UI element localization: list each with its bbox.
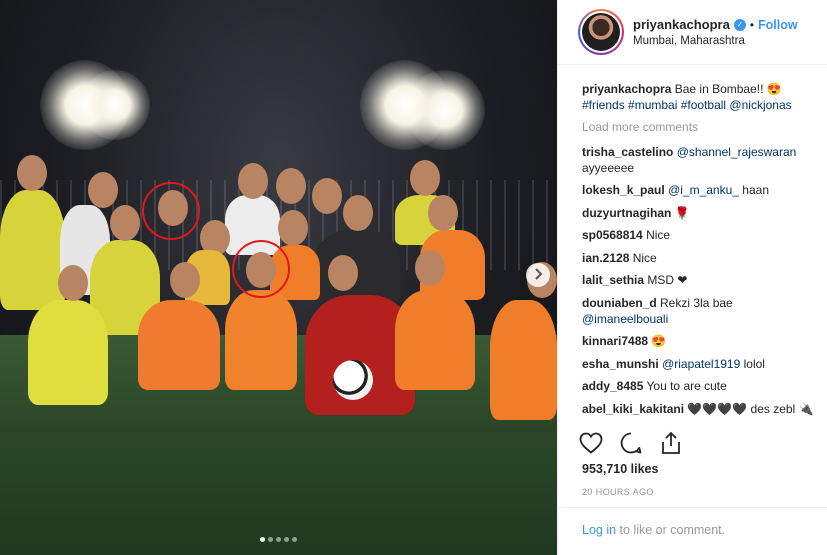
post-actions [578, 430, 684, 456]
comment-username[interactable]: lokesh_k_paul [582, 183, 665, 197]
comments-section: priyankachopra Bae in Bombae!! 😍 #friend… [558, 65, 827, 425]
comment-text: You to are cute [646, 379, 727, 393]
player-head [415, 250, 445, 286]
comment-mention[interactable]: @i_m_anku_ [668, 183, 739, 197]
comment-username[interactable]: abel_kiki_kakitani [582, 402, 684, 416]
comment-text: Nice [646, 228, 671, 242]
comment: douniaben_d Rekzi 3la bae @imaneelbouali [582, 295, 827, 327]
post-side-panel: priyankachopra ✓ • Follow Mumbai, Mahara… [557, 0, 827, 555]
comment: trisha_castelino @shannel_rajeswaran ayy… [582, 144, 827, 176]
heart-icon[interactable] [578, 430, 604, 456]
caption-text: Bae in Bombae!! 😍 [674, 82, 782, 96]
comment-username[interactable]: ian.2128 [582, 251, 629, 265]
load-more-comments-button[interactable]: Load more comments [582, 120, 827, 134]
comment-mention[interactable]: @shannel_rajeswaran [677, 145, 797, 159]
share-icon[interactable] [658, 430, 684, 456]
avatar[interactable] [578, 9, 624, 55]
player-head [17, 155, 47, 191]
comment-text: lolol [743, 356, 765, 371]
chevron-right-icon [533, 267, 543, 283]
comment: lokesh_k_paul @i_m_anku_ haan [582, 182, 827, 198]
player-head [110, 205, 140, 241]
comment-text: ayyeeeee [582, 160, 635, 175]
dot-separator: • [749, 17, 755, 32]
player-head [58, 265, 88, 301]
carousel-next-button[interactable] [526, 263, 550, 287]
player-head [428, 195, 458, 231]
player-head [170, 262, 200, 298]
player-head [312, 178, 342, 214]
player-head [278, 210, 308, 246]
comment-username[interactable]: kinnari7488 [582, 334, 648, 348]
player-head [410, 160, 440, 196]
comment-text: MSD ❤ [647, 273, 688, 287]
verified-badge-icon: ✓ [733, 18, 746, 31]
floodlight [405, 70, 485, 150]
player-orange-shirt-front [138, 300, 220, 390]
comment: duzyurtnagihan 🌹 [582, 205, 827, 221]
login-prompt: Log in to like or comment. [558, 507, 827, 537]
player-yellow-bib-front [28, 300, 108, 405]
comment-text: Rekzi 3la bae [660, 295, 733, 310]
comment: abel_kiki_kakitani 🖤🖤🖤🖤 des zebl 🔌 [582, 401, 827, 417]
comment-text: haan [742, 183, 769, 197]
player-orange-bib-front [395, 290, 475, 390]
carousel-indicator [0, 531, 557, 545]
comment-username[interactable]: esha_munshi [582, 357, 659, 371]
post-username[interactable]: priyankachopra [633, 17, 730, 32]
comment-username[interactable]: sp0568814 [582, 228, 643, 242]
comment: lalit_sethia MSD ❤ [582, 272, 827, 288]
post-caption: priyankachopra Bae in Bombae!! 😍 #friend… [582, 81, 827, 113]
player-head [276, 168, 306, 204]
login-link[interactable]: Log in [582, 523, 616, 537]
player-head [88, 172, 118, 208]
comment-mention[interactable]: @riapatel1919 [662, 357, 740, 371]
login-prompt-text: to like or comment. [616, 523, 726, 537]
comment-username[interactable]: addy_8485 [582, 379, 643, 393]
player-head [238, 163, 268, 199]
follow-button[interactable]: Follow [758, 18, 798, 32]
highlight-circle [232, 240, 290, 298]
carousel-dot [292, 537, 297, 542]
comment-text: Nice [632, 250, 657, 265]
comment: esha_munshi @riapatel1919 lolol [582, 356, 827, 372]
post-header: priyankachopra ✓ • Follow Mumbai, Mahara… [558, 0, 827, 65]
post-location[interactable]: Mumbai, Maharashtra [633, 35, 798, 47]
caption-hashtags[interactable]: #friends #mumbai #football @nickjonas [582, 98, 792, 112]
comment: ian.2128 Nice [582, 250, 827, 266]
comment: kinnari7488 😍 [582, 333, 827, 349]
carousel-dot [260, 537, 265, 542]
player-yellow-bib [0, 190, 65, 310]
comment-username[interactable]: duzyurtnagihan [582, 206, 671, 220]
carousel-dot [284, 537, 289, 542]
post-photo[interactable] [0, 0, 557, 555]
comment-username[interactable]: trisha_castelino [582, 145, 673, 159]
comment-mention[interactable]: @imaneelbouali [582, 312, 668, 326]
player-head [328, 255, 358, 291]
caption-username[interactable]: priyankachopra [582, 82, 671, 96]
post-timestamp: 20 HOURS AGO [582, 487, 654, 497]
comment: sp0568814 Nice [582, 227, 827, 243]
carousel-dot [268, 537, 273, 542]
comment-text: 🖤🖤🖤🖤 des zebl 🔌 [687, 401, 814, 416]
comment-bubble-icon[interactable] [618, 430, 644, 456]
comment-text: 🌹 [674, 205, 690, 220]
comment-username[interactable]: douniaben_d [582, 296, 657, 310]
player-orange-bib-front [225, 290, 297, 390]
football [333, 360, 373, 400]
player-head [343, 195, 373, 231]
carousel-dot [276, 537, 281, 542]
floodlight [80, 70, 150, 140]
likes-count[interactable]: 953,710 likes [582, 462, 658, 476]
player-orange-bib-front [490, 300, 557, 420]
comment-username[interactable]: lalit_sethia [582, 273, 644, 287]
comment-text: 😍 [651, 334, 667, 348]
comment: addy_8485 You to are cute [582, 378, 827, 394]
highlight-circle [142, 182, 200, 240]
